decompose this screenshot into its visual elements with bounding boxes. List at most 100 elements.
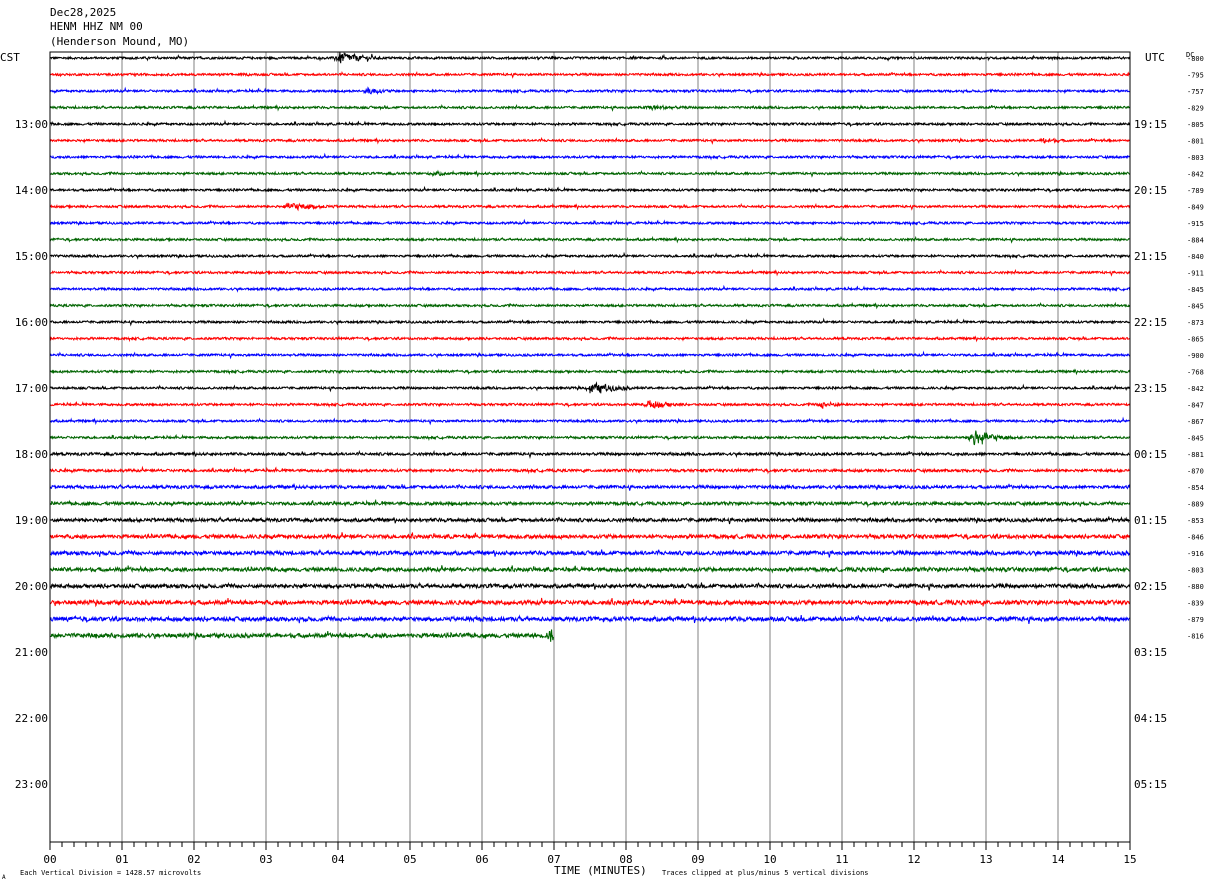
dc-offset-label: -842 xyxy=(1187,385,1204,393)
trace-line-24 xyxy=(49,430,1131,446)
right-time-label: 02:15 xyxy=(1134,580,1167,593)
dc-offset-label: -816 xyxy=(1187,633,1204,641)
trace-line-14 xyxy=(49,268,1131,277)
trace-line-19 xyxy=(49,350,1131,360)
dc-offset-label: -853 xyxy=(1187,517,1204,525)
x-tick-label: 13 xyxy=(979,853,992,866)
trace-line-26 xyxy=(49,465,1131,475)
dc-offset-label: -789 xyxy=(1187,187,1204,195)
trace-line-34 xyxy=(49,597,1130,608)
x-tick-label: 04 xyxy=(331,853,345,866)
trace-line-33 xyxy=(49,581,1131,591)
footer-scale-note: Each Vertical Division = 1428.57 microvo… xyxy=(20,869,201,877)
dc-offset-label: -829 xyxy=(1187,105,1204,113)
trace-line-30 xyxy=(49,532,1131,541)
footer-clip-note: Traces clipped at plus/minus 5 vertical … xyxy=(662,869,869,877)
x-tick-label: 10 xyxy=(763,853,776,866)
left-time-label: 17:00 xyxy=(15,382,48,395)
right-time-label: 23:15 xyxy=(1134,382,1167,395)
dc-offset-label: -845 xyxy=(1187,435,1204,443)
trace-line-31 xyxy=(49,548,1131,558)
trace-line-13 xyxy=(49,251,1131,260)
left-time-label: 18:00 xyxy=(15,448,48,461)
x-tick-label: 09 xyxy=(691,853,704,866)
trace-line-22 xyxy=(49,400,1131,409)
x-axis-ticks xyxy=(49,842,1131,850)
dc-offset-label: -870 xyxy=(1187,468,1204,476)
left-time-label: 23:00 xyxy=(15,778,48,791)
x-axis-title: TIME (MINUTES) xyxy=(554,864,647,877)
header-station: HENM HHZ NM 00 xyxy=(50,20,143,33)
dc-offset-label: -803 xyxy=(1187,154,1204,162)
dc-offset-label: -757 xyxy=(1187,88,1204,96)
dc-offset-label: -803 xyxy=(1187,567,1204,575)
right-time-label: 19:15 xyxy=(1134,118,1167,131)
left-time-label: 19:00 xyxy=(15,514,48,527)
right-timezone-label: UTC xyxy=(1145,51,1165,64)
left-time-label: 21:00 xyxy=(15,646,48,659)
header-date: Dec28,2025 xyxy=(50,6,116,19)
left-time-label: 22:00 xyxy=(15,712,48,725)
helicorder-chart: Dec28,2025 HENM HHZ NM 00 (Henderson Mou… xyxy=(0,6,1204,881)
dc-offset-label: -854 xyxy=(1187,484,1204,492)
trace-line-6 xyxy=(49,136,1131,145)
dc-offset-label: -839 xyxy=(1187,600,1204,608)
x-tick-label: 05 xyxy=(403,853,416,866)
right-time-label: 01:15 xyxy=(1134,514,1167,527)
x-tick-label: 06 xyxy=(475,853,488,866)
trace-line-35 xyxy=(49,614,1131,624)
trace-line-27 xyxy=(49,482,1131,491)
left-time-label: 16:00 xyxy=(15,316,48,329)
x-tick-label: 00 xyxy=(43,853,56,866)
x-tick-label: 03 xyxy=(259,853,272,866)
dc-offset-label: -867 xyxy=(1187,418,1204,426)
trace-line-1 xyxy=(50,51,1131,64)
axis-labels: 00 01 02 03 04 05 06 07 08 09 10 11 12 13 14 1513:0014:… xyxy=(15,55,1204,866)
trace-line-2 xyxy=(49,71,1131,79)
trace-line-28 xyxy=(50,498,1131,508)
dc-offset-label: -846 xyxy=(1187,534,1204,542)
dc-offset-label: -845 xyxy=(1187,303,1204,311)
seismic-traces xyxy=(49,51,1131,642)
right-time-label: 20:15 xyxy=(1134,184,1167,197)
dc-offset-label: -845 xyxy=(1187,286,1204,294)
header-location: (Henderson Mound, MO) xyxy=(50,35,189,48)
x-tick-label: 02 xyxy=(187,853,200,866)
right-time-label: 05:15 xyxy=(1134,778,1167,791)
corner-mark: A xyxy=(2,874,6,881)
trace-line-8 xyxy=(49,169,1131,178)
dc-offset-label: -916 xyxy=(1187,550,1204,558)
trace-line-11 xyxy=(49,218,1131,227)
trace-line-16 xyxy=(49,301,1131,310)
trace-line-7 xyxy=(49,152,1131,161)
grid-lines xyxy=(121,52,1059,842)
trace-line-17 xyxy=(49,317,1131,327)
left-time-label: 15:00 xyxy=(15,250,48,263)
trace-line-25 xyxy=(49,449,1131,459)
dc-offset-label: -889 xyxy=(1187,501,1204,509)
trace-line-12 xyxy=(49,235,1131,244)
dc-offset-label: -879 xyxy=(1187,616,1204,624)
trace-line-15 xyxy=(49,284,1131,293)
dc-offset-label: -805 xyxy=(1187,121,1204,129)
right-time-label: 04:15 xyxy=(1134,712,1167,725)
right-time-label: 03:15 xyxy=(1134,646,1167,659)
x-tick-label: 14 xyxy=(1051,853,1065,866)
x-tick-label: 11 xyxy=(835,853,848,866)
dc-offset-label: -881 xyxy=(1187,451,1204,459)
plot-frame xyxy=(49,51,1131,843)
trace-line-23 xyxy=(49,416,1131,426)
dc-offset-label: -840 xyxy=(1187,253,1204,261)
dc-offset-label: -849 xyxy=(1187,204,1204,212)
left-timezone-label: CST xyxy=(0,51,20,64)
trace-line-9 xyxy=(49,185,1131,194)
trace-line-21 xyxy=(49,381,1131,394)
dc-offset-label: -801 xyxy=(1187,138,1204,146)
dc-offset-label: -880 xyxy=(1187,583,1204,591)
trace-line-3 xyxy=(49,86,1131,96)
trace-line-20 xyxy=(49,368,1131,376)
dc-offset-label: -768 xyxy=(1187,369,1204,377)
trace-line-29 xyxy=(49,516,1131,525)
right-time-label: 21:15 xyxy=(1134,250,1167,263)
trace-line-4 xyxy=(49,103,1131,112)
